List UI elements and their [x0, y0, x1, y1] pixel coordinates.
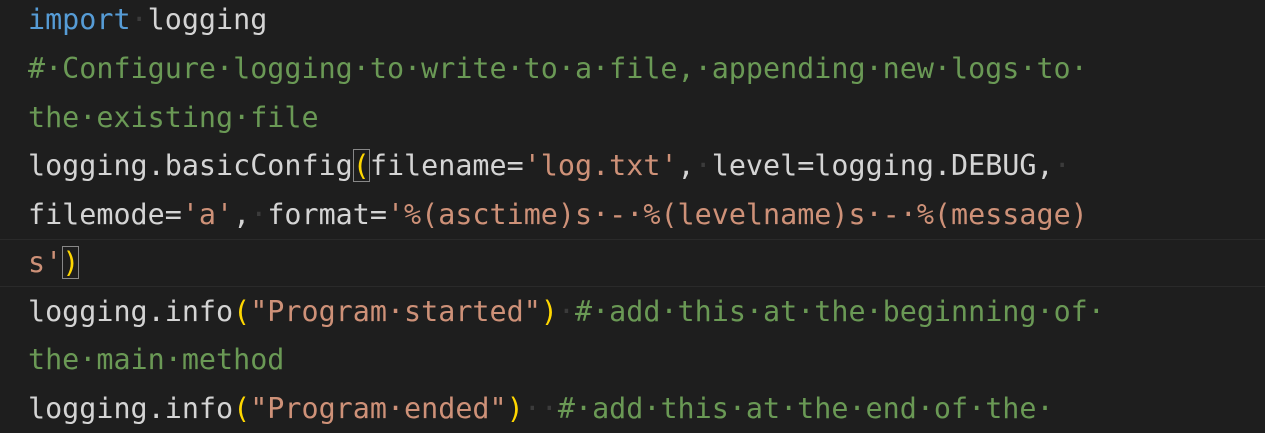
code-token: ): [540, 295, 558, 328]
code-token: (: [233, 392, 251, 425]
code-line-3[interactable]: the·existing·file: [28, 94, 319, 142]
whitespace-marker: ·: [557, 295, 575, 328]
code-line-4[interactable]: logging.basicConfig(filename='log.txt',·…: [28, 142, 1071, 190]
code-token: logging.info: [28, 295, 234, 328]
code-token: #·add·this·at·the·beginning·of·: [574, 295, 1105, 328]
code-token: format=: [267, 198, 387, 231]
whitespace-marker: ·: [250, 198, 268, 231]
code-token: logging: [147, 3, 268, 36]
code-token: (: [233, 295, 251, 328]
code-token: #·Configure·logging·to·write·to·a·file,·…: [28, 52, 1088, 85]
code-token: '%(asctime)s·-·%(levelname)s·-·%(message…: [386, 198, 1088, 231]
code-token: 'log.txt': [523, 149, 678, 182]
code-token: "Program·started": [250, 295, 541, 328]
code-token: ,: [677, 149, 695, 182]
code-line-7[interactable]: logging.info("Program·started")·#·add·th…: [28, 288, 1105, 336]
code-token: filemode=: [28, 198, 182, 231]
code-line-8[interactable]: the·main·method: [28, 336, 284, 384]
code-token: logging.info: [28, 392, 234, 425]
code-token: import: [28, 3, 131, 36]
code-line-2[interactable]: #·Configure·logging·to·write·to·a·file,·…: [28, 45, 1088, 93]
code-token: "Program·ended": [250, 392, 507, 425]
code-line-5[interactable]: filemode='a',·format='%(asctime)s·-·%(le…: [28, 191, 1088, 239]
code-token: logging.basicConfig: [28, 149, 353, 182]
whitespace-marker: ·: [1053, 149, 1071, 182]
code-token: the·main·method: [28, 343, 285, 376]
code-token: ): [506, 392, 524, 425]
whitespace-marker: ·: [694, 149, 712, 182]
code-token: ): [62, 246, 80, 279]
code-line-9[interactable]: logging.info("Program·ended")··#·add·thi…: [28, 385, 1054, 433]
code-token: filename=: [369, 149, 524, 182]
code-editor[interactable]: import·logging #·Configure·logging·to·wr…: [0, 0, 1265, 430]
code-line-1[interactable]: import·logging: [28, 0, 267, 44]
whitespace-marker: ·: [130, 3, 148, 36]
code-token: #·add·this·at·the·end·of·the·: [557, 392, 1054, 425]
current-line-highlight: [0, 239, 1265, 287]
code-token: 'a': [181, 198, 234, 231]
code-token: (: [352, 149, 370, 182]
code-token: ,: [233, 198, 251, 231]
whitespace-marker: ··: [523, 392, 558, 425]
code-line-6[interactable]: s'): [28, 239, 80, 287]
code-token: level=logging.DEBUG,: [711, 149, 1054, 182]
code-token: s': [28, 246, 63, 279]
code-token: the·existing·file: [28, 101, 319, 134]
